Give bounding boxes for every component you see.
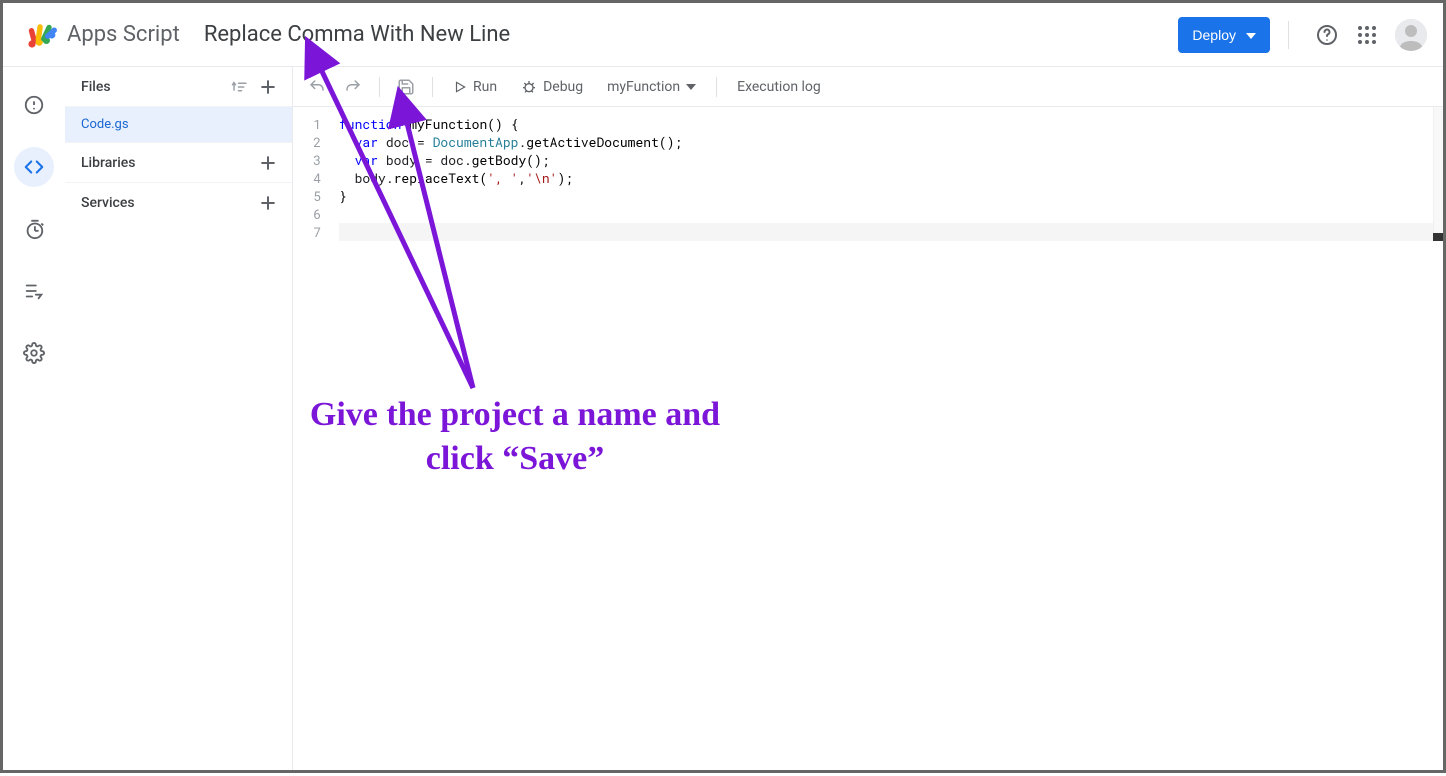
apps-grid-icon[interactable] bbox=[1347, 15, 1387, 55]
caret-down-icon bbox=[686, 84, 696, 90]
file-item[interactable]: Code.gs bbox=[65, 107, 292, 143]
left-rail bbox=[3, 67, 65, 770]
editor-toolbar: Run Debug myFunction Execution log bbox=[293, 67, 1443, 107]
editor-icon[interactable] bbox=[14, 147, 54, 187]
execution-log-button[interactable]: Execution log bbox=[727, 71, 831, 103]
avatar[interactable] bbox=[1395, 19, 1427, 51]
help-icon[interactable] bbox=[1307, 15, 1347, 55]
add-file-icon[interactable] bbox=[254, 73, 282, 101]
minimap[interactable] bbox=[1433, 107, 1443, 237]
save-button[interactable] bbox=[390, 71, 422, 103]
header: Apps Script Replace Comma With New Line … bbox=[3, 3, 1443, 67]
sort-icon[interactable] bbox=[226, 73, 254, 101]
line-gutter: 1234567 bbox=[293, 107, 339, 770]
deploy-button[interactable]: Deploy bbox=[1178, 17, 1270, 53]
run-label: Run bbox=[473, 79, 497, 95]
triggers-icon[interactable] bbox=[14, 209, 54, 249]
executions-icon[interactable] bbox=[14, 271, 54, 311]
execution-log-label: Execution log bbox=[737, 79, 821, 95]
divider bbox=[1288, 21, 1289, 49]
deploy-button-label: Deploy bbox=[1192, 27, 1236, 43]
settings-icon[interactable] bbox=[14, 333, 54, 373]
services-label: Services bbox=[81, 195, 135, 211]
apps-script-logo bbox=[23, 17, 59, 53]
code-editor[interactable]: 1234567 function myFunction() { var doc … bbox=[293, 107, 1443, 770]
add-service-icon[interactable] bbox=[254, 189, 282, 217]
undo-button[interactable] bbox=[301, 71, 333, 103]
files-label: Files bbox=[81, 79, 111, 95]
function-selector-label: myFunction bbox=[607, 79, 680, 95]
files-header: Files bbox=[65, 67, 292, 107]
code-body[interactable]: function myFunction() { var doc = Docume… bbox=[339, 107, 1443, 770]
file-name: Code.gs bbox=[81, 117, 129, 132]
libraries-header: Libraries bbox=[65, 143, 292, 183]
debug-button[interactable]: Debug bbox=[511, 71, 593, 103]
run-button[interactable]: Run bbox=[443, 71, 507, 103]
side-panel: Files Code.gs Libraries Services bbox=[65, 67, 293, 770]
redo-button[interactable] bbox=[337, 71, 369, 103]
app-name: Apps Script bbox=[67, 22, 180, 47]
services-header: Services bbox=[65, 183, 292, 223]
project-title[interactable]: Replace Comma With New Line bbox=[204, 22, 510, 47]
editor-area: Run Debug myFunction Execution log 12345… bbox=[293, 67, 1443, 770]
caret-down-icon bbox=[1246, 33, 1256, 39]
libraries-label: Libraries bbox=[81, 155, 135, 171]
function-selector[interactable]: myFunction bbox=[597, 71, 706, 103]
overview-icon[interactable] bbox=[14, 85, 54, 125]
add-library-icon[interactable] bbox=[254, 149, 282, 177]
debug-label: Debug bbox=[543, 79, 583, 95]
